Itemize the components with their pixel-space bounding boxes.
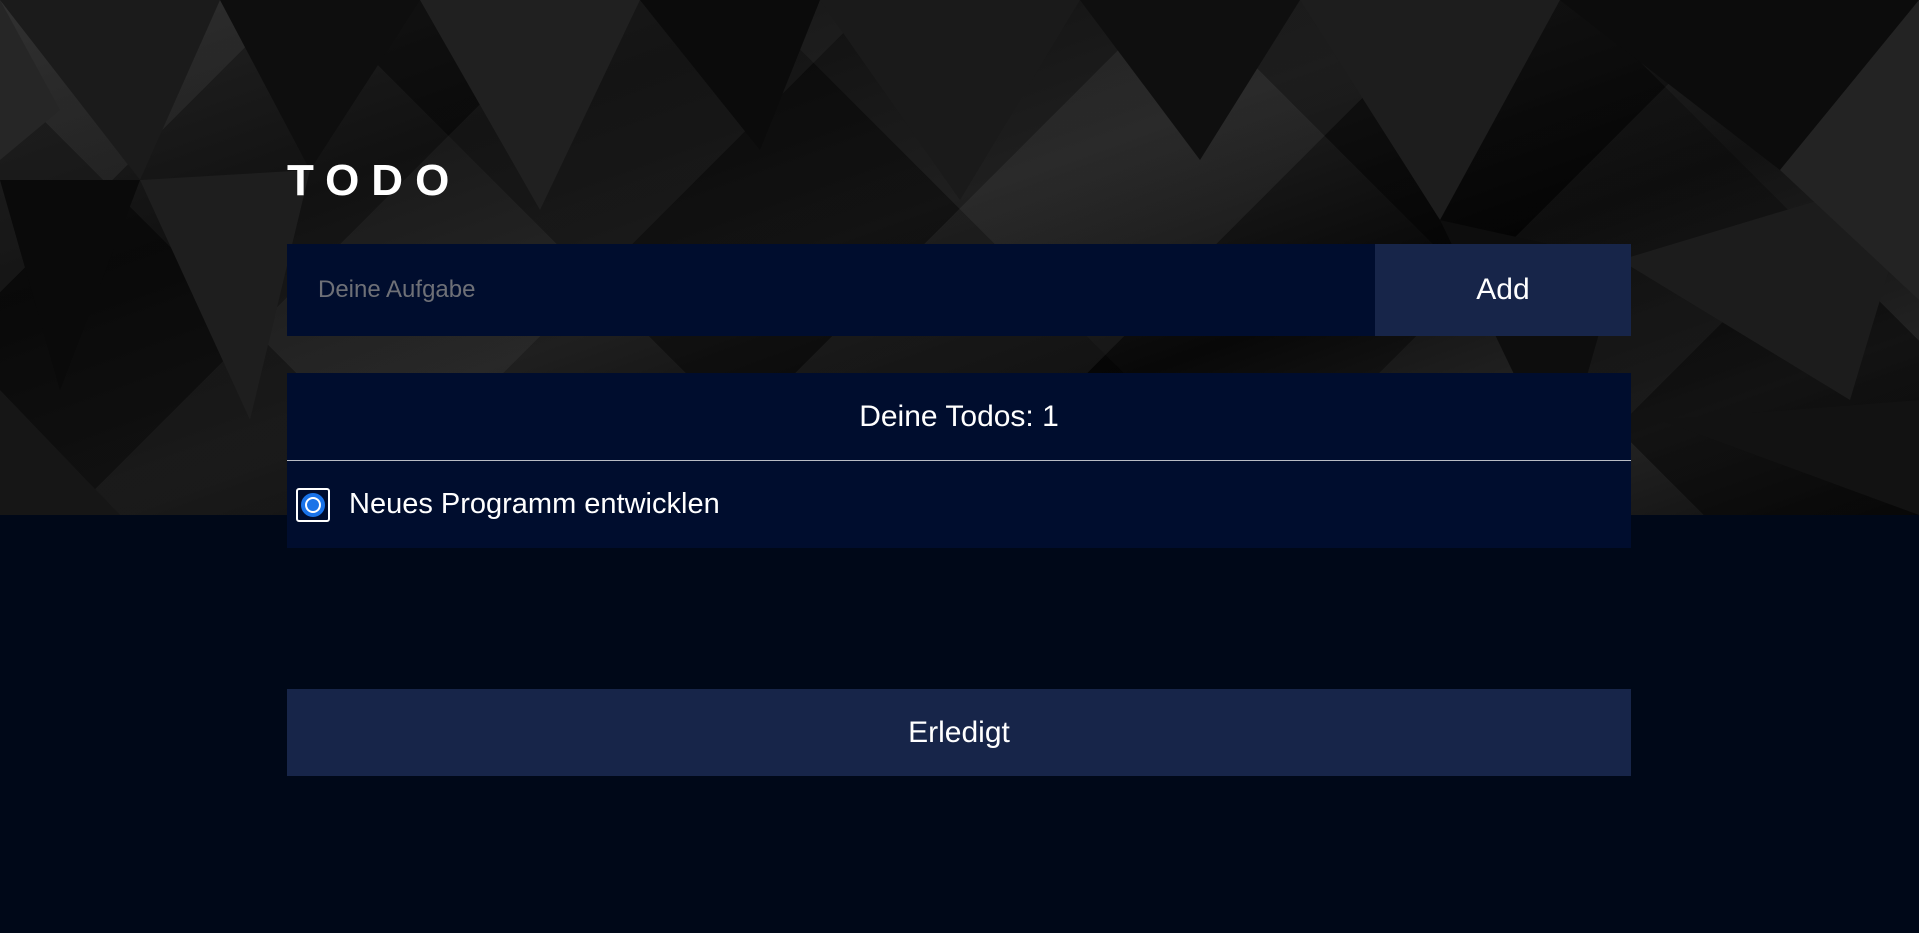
add-task-form: Add bbox=[287, 244, 1631, 336]
done-button[interactable]: Erledigt bbox=[287, 689, 1631, 776]
todo-app: TODO Add Deine Todos: 1 Neues Programm e… bbox=[0, 0, 1919, 933]
radio-dot bbox=[301, 492, 325, 517]
todo-item[interactable]: Neues Programm entwicklen bbox=[287, 461, 1631, 548]
add-button[interactable]: Add bbox=[1375, 244, 1631, 336]
todo-count-header: Deine Todos: 1 bbox=[287, 373, 1631, 461]
task-input[interactable] bbox=[287, 244, 1375, 336]
page-title: TODO bbox=[287, 156, 462, 205]
radio-selected-icon[interactable] bbox=[296, 487, 330, 522]
todo-list-panel: Deine Todos: 1 Neues Programm entwicklen bbox=[287, 373, 1631, 548]
todo-item-label: Neues Programm entwicklen bbox=[349, 488, 720, 520]
